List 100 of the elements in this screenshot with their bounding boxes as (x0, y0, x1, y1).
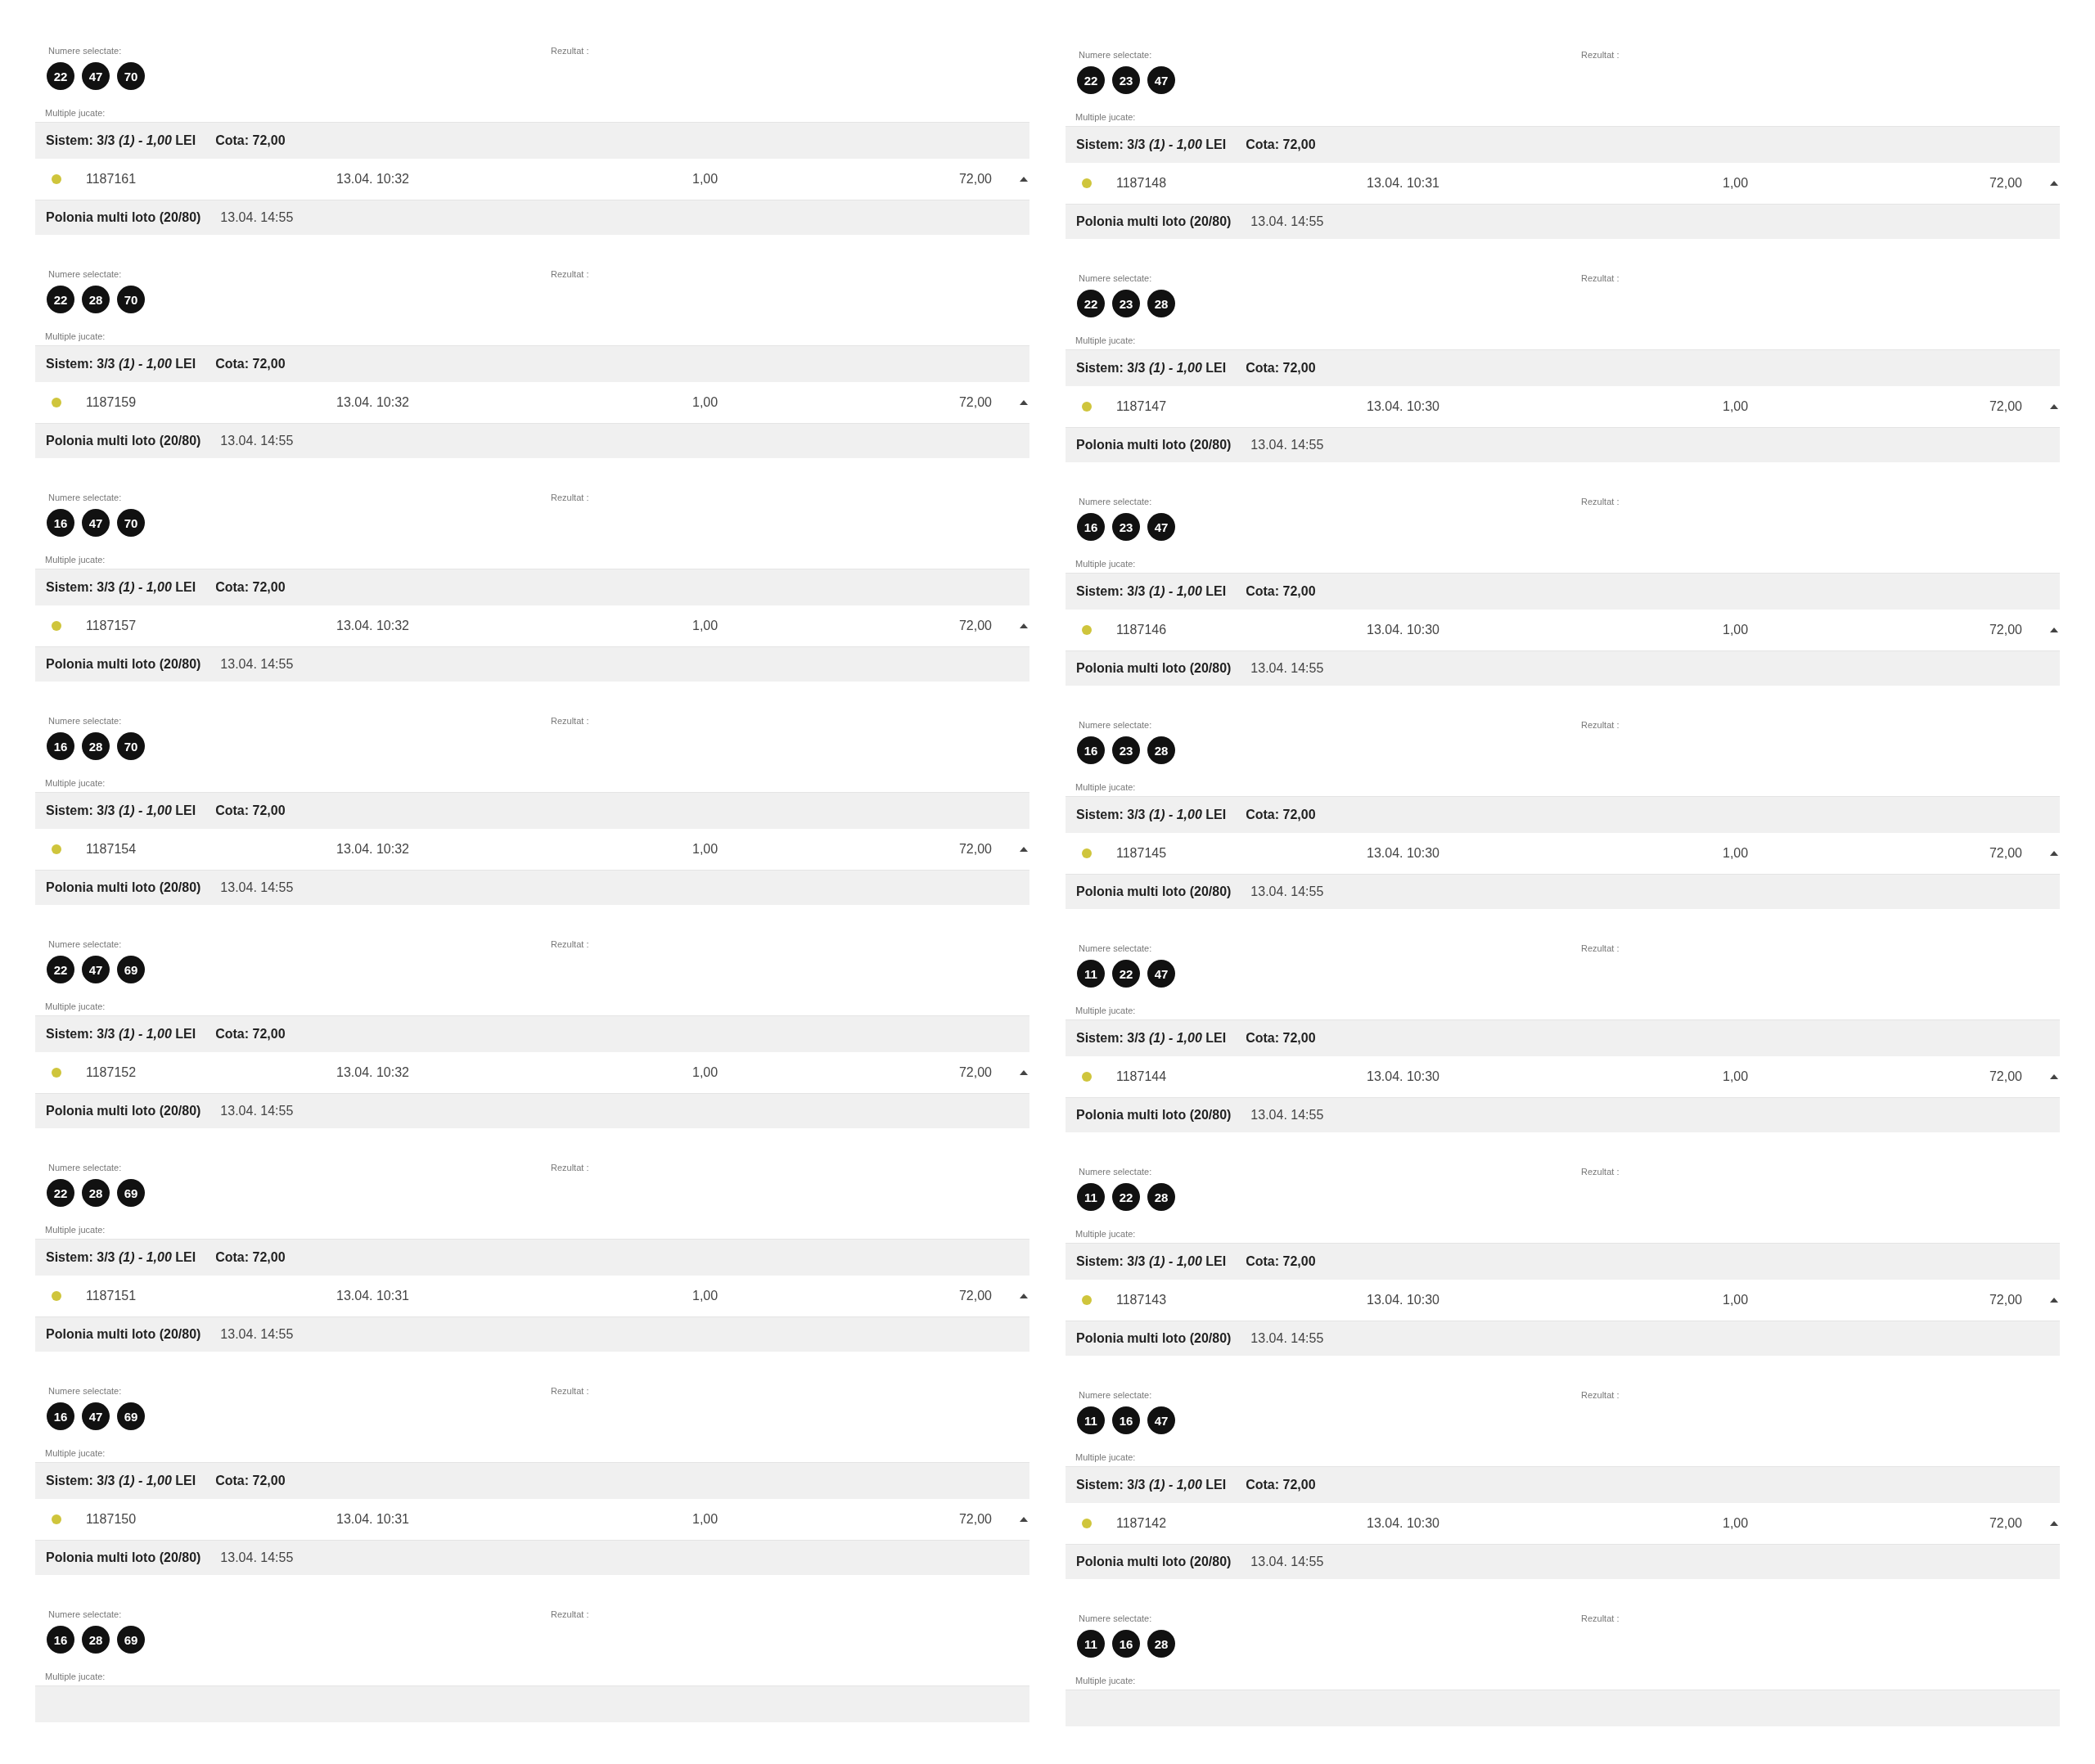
number-ball: 70 (117, 509, 145, 537)
ticket-id: 1187142 (1116, 1516, 1168, 1531)
game-name: Polonia multi loto (20/80) (46, 1550, 201, 1565)
game-name: Polonia multi loto (20/80) (1076, 661, 1232, 676)
caret-icon[interactable] (2050, 404, 2058, 409)
status-dot (1082, 178, 1092, 188)
payout-amount: 72,00 (1988, 1293, 2022, 1307)
field-label: Rezultat : (551, 269, 589, 279)
caret-icon[interactable] (1020, 623, 1028, 628)
field-label: Multiple jucate: (1075, 781, 1136, 794)
number-ball: 16 (1112, 1406, 1140, 1434)
number-ball: 69 (117, 1402, 145, 1430)
stake-amount: 1,00 (1723, 1069, 1750, 1084)
ticket-id: 1187148 (1116, 176, 1168, 191)
caret-icon[interactable] (1020, 1517, 1028, 1522)
ticket-id: 1187143 (1116, 1293, 1168, 1307)
caret-icon[interactable] (1020, 400, 1028, 405)
number-ball: 28 (82, 1179, 110, 1207)
number-ball: 47 (1147, 960, 1175, 988)
number-ball: 16 (47, 1626, 74, 1654)
ticket-id: 1187150 (86, 1512, 137, 1527)
caret-icon[interactable] (1020, 1070, 1028, 1075)
system-text: Sistem: 3/3 (1) - 1,00 LEI (1076, 808, 1227, 822)
draw-time: 13.04. 14:55 (220, 1550, 294, 1565)
odds-text: Cota: 72,00 (1246, 584, 1316, 599)
field-label: Numere selectate: (1079, 50, 1153, 60)
status-dot (52, 1514, 61, 1524)
game-name: Polonia multi loto (20/80) (46, 434, 201, 448)
caret-icon[interactable] (1020, 847, 1028, 852)
payout-amount: 72,00 (957, 1065, 992, 1080)
caret-icon[interactable] (2050, 1074, 2058, 1079)
placed-time: 13.04. 10:31 (336, 1512, 410, 1527)
number-ball: 16 (47, 509, 74, 537)
field-label: Numere selectate: (1079, 720, 1153, 730)
number-ball: 22 (47, 956, 74, 983)
field-label: Rezultat : (551, 939, 589, 949)
odds-text: Cota: 72,00 (215, 1250, 286, 1265)
ticket-id: 1187161 (86, 172, 137, 187)
ticket-id: 1187152 (86, 1065, 137, 1080)
number-ball: 22 (1112, 1183, 1140, 1211)
field-label: Rezultat : (1581, 720, 1620, 730)
payout-amount: 72,00 (957, 619, 992, 633)
caret-icon[interactable] (2050, 1298, 2058, 1303)
draw-time: 13.04. 14:55 (220, 657, 294, 672)
game-name: Polonia multi loto (20/80) (46, 1327, 201, 1342)
game-name: Polonia multi loto (20/80) (1076, 1108, 1232, 1123)
draw-time: 13.04. 14:55 (220, 1327, 294, 1342)
caret-icon[interactable] (2050, 181, 2058, 186)
ticket-id: 1187144 (1116, 1069, 1168, 1084)
stake-amount: 1,00 (1723, 623, 1750, 637)
field-label: Rezultat : (1581, 1390, 1620, 1400)
field-label: Multiple jucate: (44, 1224, 106, 1236)
game-name: Polonia multi loto (20/80) (46, 1104, 201, 1118)
stake-amount: 1,00 (1723, 846, 1750, 861)
system-text: Sistem: 3/3 (1) - 1,00 LEI (1076, 361, 1227, 376)
ticket-id: 1187159 (86, 395, 137, 410)
field-label: Multiple jucate: (1075, 1451, 1136, 1464)
odds-text: Cota: 72,00 (215, 357, 286, 371)
field-label: Numere selectate: (1079, 1613, 1153, 1623)
payout-amount: 72,00 (957, 395, 992, 410)
number-ball: 11 (1077, 1406, 1105, 1434)
number-ball: 11 (1077, 1630, 1105, 1658)
number-ball: 28 (82, 1626, 110, 1654)
caret-icon[interactable] (1020, 177, 1028, 182)
field-label: Numere selectate: (1079, 497, 1153, 506)
field-label: Rezultat : (551, 1386, 589, 1396)
number-ball: 16 (1112, 1630, 1140, 1658)
ticket-id: 1187157 (86, 619, 137, 633)
game-name: Polonia multi loto (20/80) (46, 657, 201, 672)
placed-time: 13.04. 10:30 (1367, 846, 1440, 861)
caret-icon[interactable] (2050, 851, 2058, 856)
draw-time: 13.04. 14:55 (1250, 661, 1324, 676)
system-text: Sistem: 3/3 (1) - 1,00 LEI (46, 133, 196, 148)
number-ball: 47 (82, 509, 110, 537)
field-label: Multiple jucate: (1075, 558, 1136, 570)
draw-time: 13.04. 14:55 (1250, 438, 1324, 452)
status-dot (1082, 1072, 1092, 1082)
system-text: Sistem: 3/3 (1) - 1,00 LEI (1076, 137, 1227, 152)
ticket-id: 1187154 (86, 842, 137, 857)
caret-icon[interactable] (1020, 1294, 1028, 1298)
field-label: Multiple jucate: (1075, 111, 1136, 124)
odds-text: Cota: 72,00 (215, 1474, 286, 1488)
ticket-id: 1187145 (1116, 846, 1168, 861)
number-ball: 22 (47, 1179, 74, 1207)
draw-time: 13.04. 14:55 (220, 1104, 294, 1118)
field-label: Rezultat : (1581, 497, 1620, 506)
draw-time: 13.04. 14:55 (1250, 1331, 1324, 1346)
game-name: Polonia multi loto (20/80) (1076, 1555, 1232, 1569)
caret-icon[interactable] (2050, 1521, 2058, 1526)
stake-amount: 1,00 (1723, 1293, 1750, 1307)
caret-icon[interactable] (2050, 628, 2058, 632)
number-ball: 28 (1147, 1630, 1175, 1658)
field-label: Multiple jucate: (44, 1001, 106, 1013)
placed-time: 13.04. 10:30 (1367, 623, 1440, 637)
number-ball: 28 (1147, 290, 1175, 317)
placed-time: 13.04. 10:32 (336, 1065, 410, 1080)
odds-text: Cota: 72,00 (215, 803, 286, 818)
game-name: Polonia multi loto (20/80) (1076, 438, 1232, 452)
status-dot (52, 1291, 61, 1301)
ticket-id: 1187151 (86, 1289, 137, 1303)
